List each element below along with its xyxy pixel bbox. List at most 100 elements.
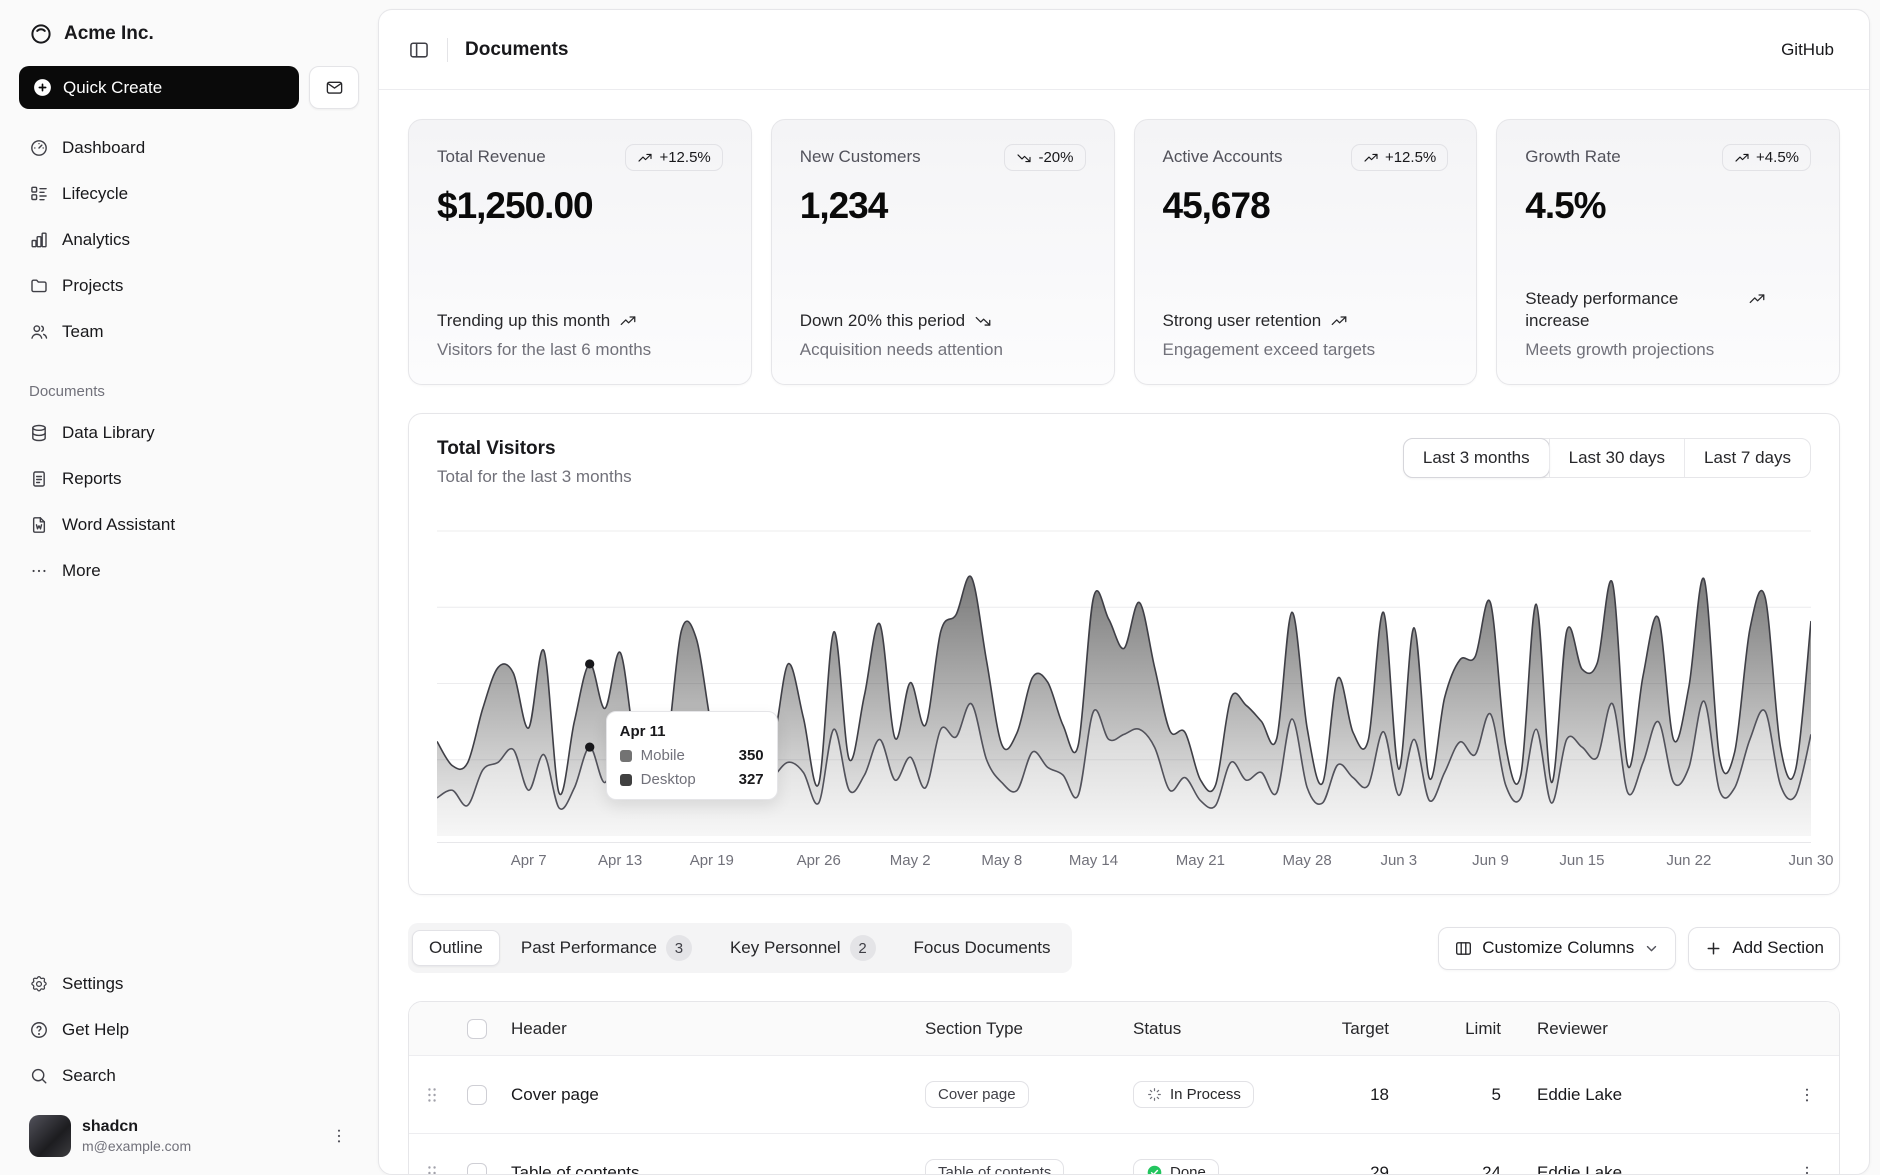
status-badge: Done (1133, 1159, 1219, 1175)
sidebar-item-more[interactable]: More (19, 548, 359, 594)
search-icon (29, 1066, 49, 1086)
main-panel: Documents GitHub Total Revenue +12.5% $1… (378, 9, 1870, 1175)
stat-title: Growth Rate (1525, 144, 1620, 167)
series-swatch (620, 774, 632, 786)
sidebar-item-analytics[interactable]: Analytics (19, 217, 359, 263)
stat-footer-main: Down 20% this period (800, 310, 1086, 332)
column-target: Target (1317, 1019, 1413, 1039)
chart-plot-area[interactable]: Apr 11 Mobile 350 Desktop 327 (437, 513, 1811, 843)
user-name: shadcn (82, 1118, 191, 1136)
tooltip-row: Desktop 327 (620, 771, 764, 788)
column-reviewer: Reviewer (1525, 1019, 1775, 1039)
chart-subtitle: Total for the last 3 months (437, 467, 632, 487)
user-menu[interactable]: shadcn m@example.com (19, 1107, 359, 1159)
stat-title: New Customers (800, 144, 921, 167)
inbox-button[interactable] (309, 66, 359, 109)
brand-name: Acme Inc. (64, 23, 154, 45)
row-checkbox[interactable] (467, 1085, 487, 1105)
row-header[interactable]: Cover page (499, 1085, 913, 1105)
label-label: Last 30 days (1569, 448, 1665, 467)
tab-key-personnel[interactable]: Key Personnel 2 (713, 927, 893, 969)
time-range-toggle: Last 3 months Last 30 days Last 7 days (1403, 438, 1811, 478)
trending-up-icon (1734, 150, 1750, 166)
label-label: Team (62, 322, 104, 342)
range-last-7-days[interactable]: Last 7 days (1684, 439, 1810, 477)
nav-secondary: Settings Get Help Search (19, 961, 359, 1099)
tooltip-row: Mobile 350 (620, 747, 764, 764)
toolbar-actions: Customize Columns Add Section (1438, 927, 1840, 970)
status-label: In Process (1170, 1086, 1241, 1103)
label-label: Get Help (62, 1020, 129, 1040)
quick-create-button[interactable]: Quick Create (19, 66, 299, 109)
add-section-button[interactable]: Add Section (1688, 927, 1840, 970)
row-target: 18 (1317, 1085, 1413, 1105)
stat-card-active-accounts: Active Accounts +12.5% 45,678 Strong use… (1134, 119, 1478, 385)
chart-titles: Total Visitors Total for the last 3 mont… (437, 438, 632, 487)
quick-create-label: Quick Create (63, 78, 162, 98)
stat-footer-main: Steady performance increase (1525, 288, 1811, 332)
sidebar: Acme Inc. Quick Create Dashboard Lifecyc… (0, 0, 378, 1175)
label-label: Past Performance (521, 938, 657, 958)
view-tabs: Outline Past Performance 3 Key Personnel… (408, 923, 1072, 973)
sidebar-item-get-help[interactable]: Get Help (19, 1007, 359, 1053)
label-label: Projects (62, 276, 123, 296)
row-header[interactable]: Table of contents (499, 1163, 913, 1175)
stat-card-top: Growth Rate +4.5% (1525, 144, 1811, 171)
label-label: Search (62, 1066, 116, 1086)
table-row-table-of-contents[interactable]: Table of contents Table of contents Done… (409, 1134, 1839, 1175)
stat-card-growth-rate: Growth Rate +4.5% 4.5% Steady performanc… (1496, 119, 1840, 385)
range-last-30-days[interactable]: Last 30 days (1549, 439, 1684, 477)
label-label: Word Assistant (62, 515, 175, 535)
customize-columns-button[interactable]: Customize Columns (1438, 927, 1676, 970)
sidebar-item-word-assistant[interactable]: Word Assistant (19, 502, 359, 548)
tab-past-performance[interactable]: Past Performance 3 (504, 927, 709, 969)
brand[interactable]: Acme Inc. (19, 14, 359, 54)
trend-badge-value: +4.5% (1756, 149, 1799, 166)
stat-footer-sub: Meets growth projections (1525, 340, 1811, 360)
label-label: Key Personnel (730, 938, 841, 958)
drag-handle[interactable] (421, 1084, 443, 1106)
column-status: Status (1121, 1019, 1317, 1039)
sidebar-item-dashboard[interactable]: Dashboard (19, 125, 359, 171)
select-all-checkbox[interactable] (467, 1019, 487, 1039)
add-section-label: Add Section (1732, 938, 1824, 958)
sidebar-item-reports[interactable]: Reports (19, 456, 359, 502)
sidebar-item-settings[interactable]: Settings (19, 961, 359, 1007)
circle-plus-icon (32, 77, 53, 98)
row-menu-button[interactable] (1797, 1163, 1817, 1175)
sidebar-item-data-library[interactable]: Data Library (19, 410, 359, 456)
sidebar-toggle-button[interactable] (408, 39, 430, 61)
database-icon (29, 423, 49, 443)
dots-vertical-icon[interactable] (329, 1126, 349, 1146)
trend-badge: +12.5% (625, 144, 722, 171)
tab-count-badge: 3 (666, 935, 692, 961)
x-tick: Jun 3 (1380, 852, 1417, 869)
page-title: Documents (465, 39, 568, 61)
status-badge: In Process (1133, 1081, 1254, 1108)
tooltip-rows: Mobile 350 Desktop 327 (620, 747, 764, 788)
row-menu-button[interactable] (1797, 1085, 1817, 1105)
tab-outline[interactable]: Outline (412, 930, 500, 966)
chevron-down-icon (1643, 940, 1660, 957)
stat-value: 1,234 (800, 185, 1086, 227)
drag-handle[interactable] (421, 1162, 443, 1175)
app: Acme Inc. Quick Create Dashboard Lifecyc… (0, 0, 1880, 1175)
row-checkbox[interactable] (467, 1163, 487, 1175)
sidebar-item-projects[interactable]: Projects (19, 263, 359, 309)
chart-tooltip: Apr 11 Mobile 350 Desktop 327 (606, 711, 778, 800)
x-axis-ticks: Apr 7Apr 13Apr 19Apr 26May 2May 8May 14M… (437, 852, 1811, 876)
github-link[interactable]: GitHub (1775, 39, 1840, 61)
section-type-badge: Cover page (925, 1081, 1029, 1108)
tab-focus-documents[interactable]: Focus Documents (897, 930, 1068, 966)
label-label: Settings (62, 974, 123, 994)
table-body: Cover page Cover page In Process 18 5 Ed… (409, 1056, 1839, 1175)
sidebar-item-lifecycle[interactable]: Lifecycle (19, 171, 359, 217)
footer-main-label: Strong user retention (1163, 310, 1322, 332)
tab-count-badge: 2 (850, 935, 876, 961)
customize-columns-label: Customize Columns (1482, 938, 1634, 958)
table-row-cover-page[interactable]: Cover page Cover page In Process 18 5 Ed… (409, 1056, 1839, 1134)
range-last-3-months[interactable]: Last 3 months (1403, 438, 1550, 478)
sidebar-item-search[interactable]: Search (19, 1053, 359, 1099)
sidebar-item-team[interactable]: Team (19, 309, 359, 355)
user-meta: shadcn m@example.com (82, 1118, 191, 1154)
